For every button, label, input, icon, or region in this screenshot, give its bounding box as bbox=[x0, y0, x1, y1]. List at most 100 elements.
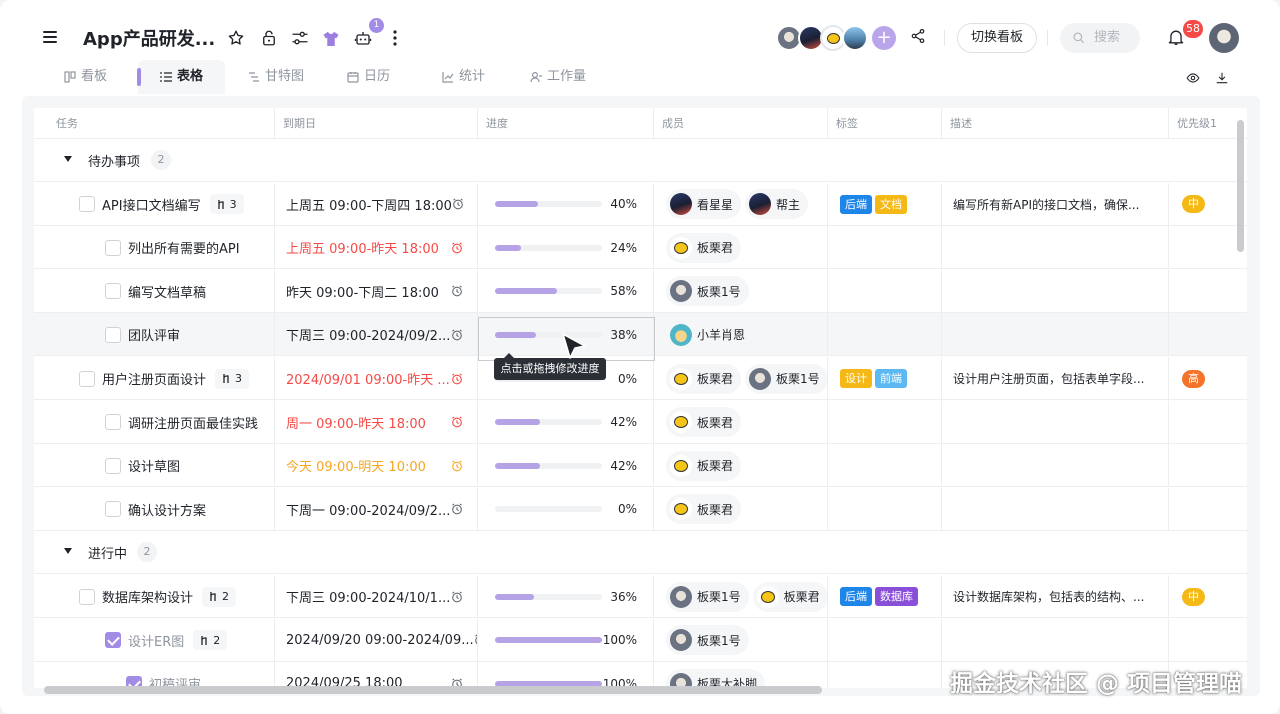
tag-badge[interactable]: 前端 bbox=[875, 369, 907, 388]
description-cell[interactable] bbox=[942, 226, 1169, 270]
member-chip[interactable]: 板栗1号 bbox=[666, 581, 749, 612]
task-checkbox[interactable] bbox=[105, 632, 121, 649]
lock-icon[interactable] bbox=[258, 27, 280, 49]
priority-cell[interactable]: 高 bbox=[1169, 357, 1247, 400]
description-cell[interactable] bbox=[942, 444, 1169, 488]
priority-cell[interactable] bbox=[1169, 270, 1247, 313]
collapse-caret-icon[interactable] bbox=[64, 548, 72, 555]
task-name[interactable]: API接口文档编写 bbox=[102, 195, 201, 214]
progress-cell[interactable]: 40% bbox=[478, 182, 654, 226]
priority-badge[interactable]: 中 bbox=[1182, 195, 1205, 214]
table-row[interactable]: 设计ER图 2 2024/09/20 09:00-2024/09... 100% 板栗1… bbox=[34, 618, 1247, 662]
switch-board-button[interactable]: 切换看板 bbox=[957, 23, 1037, 53]
description-cell[interactable] bbox=[942, 487, 1169, 531]
priority-cell[interactable]: 中 bbox=[1169, 183, 1247, 226]
alarm-clock-icon[interactable] bbox=[451, 503, 463, 515]
tag-badge[interactable]: 数据库 bbox=[875, 587, 918, 606]
share-icon[interactable] bbox=[910, 28, 930, 48]
member-chip[interactable]: 板栗君 bbox=[666, 232, 742, 263]
progress-bar[interactable] bbox=[495, 244, 602, 251]
progress-cell[interactable]: 42% bbox=[478, 444, 654, 488]
member-chip[interactable]: 板栗君 bbox=[666, 363, 742, 394]
subtask-count[interactable]: 2 bbox=[202, 586, 237, 607]
members-cell[interactable]: 板栗1号 板栗君 bbox=[654, 575, 828, 618]
table-row[interactable]: 编写文档草稿 昨天 09:00-下周二 18:00 58% 板栗1号 bbox=[34, 269, 1247, 313]
members-cell[interactable]: 看星星 帮主 bbox=[654, 182, 828, 226]
filter-sliders-icon[interactable] bbox=[289, 27, 311, 49]
task-name[interactable]: 编写文档草稿 bbox=[128, 282, 206, 301]
task-name[interactable]: 确认设计方案 bbox=[128, 500, 206, 519]
member-chip[interactable]: 板栗君 bbox=[666, 450, 742, 481]
members-cell[interactable]: 小羊肖恩 bbox=[654, 313, 828, 357]
progress-bar[interactable] bbox=[495, 201, 602, 208]
member-chip[interactable]: 板栗君 bbox=[666, 407, 742, 438]
priority-cell[interactable] bbox=[1169, 401, 1247, 444]
search-input[interactable]: 搜索 bbox=[1060, 23, 1140, 53]
column-header-progress[interactable]: 进度 bbox=[478, 108, 654, 139]
task-name[interactable]: 列出所有需要的API bbox=[128, 238, 240, 257]
tab-board[interactable]: 看板 bbox=[64, 60, 107, 94]
progress-bar[interactable] bbox=[495, 593, 602, 600]
tab-gantt[interactable]: 甘特图 bbox=[248, 60, 304, 94]
alarm-clock-icon[interactable] bbox=[451, 416, 463, 428]
task-checkbox[interactable] bbox=[79, 196, 95, 213]
group-header-row[interactable]: 进行中 2 bbox=[34, 531, 1247, 575]
tags-cell[interactable] bbox=[828, 400, 942, 444]
tag-badge[interactable]: 文档 bbox=[875, 194, 907, 214]
alarm-clock-icon[interactable] bbox=[451, 591, 463, 603]
theme-shirt-icon[interactable] bbox=[320, 27, 342, 49]
task-cell[interactable]: 用户注册页面设计 3 bbox=[34, 357, 275, 400]
more-vertical-icon[interactable] bbox=[384, 27, 406, 49]
alarm-clock-icon[interactable] bbox=[452, 198, 464, 210]
priority-cell[interactable]: 中 bbox=[1169, 575, 1247, 618]
column-header-members[interactable]: 成员 bbox=[654, 108, 828, 139]
description-cell[interactable] bbox=[942, 400, 1169, 444]
robot-icon[interactable]: 1 bbox=[352, 18, 384, 49]
members-cell[interactable]: 板栗1号 bbox=[654, 618, 828, 662]
task-cell[interactable]: 确认设计方案 bbox=[34, 487, 275, 531]
horizontal-scrollbar[interactable] bbox=[44, 686, 822, 694]
progress-cell[interactable]: 24% bbox=[478, 226, 654, 270]
tag-badge[interactable]: 设计 bbox=[840, 369, 872, 388]
due-date-cell[interactable]: 下周三 09:00-2024/09/2... bbox=[275, 313, 478, 357]
task-checkbox[interactable] bbox=[105, 414, 121, 431]
tags-cell[interactable] bbox=[828, 444, 942, 488]
description-cell[interactable] bbox=[942, 618, 1169, 662]
table-row[interactable]: 团队评审 下周三 09:00-2024/09/2... 38% 小羊肖恩 bbox=[34, 313, 1247, 357]
task-checkbox[interactable] bbox=[105, 283, 121, 300]
progress-cell[interactable]: 42% bbox=[478, 400, 654, 444]
members-cell[interactable]: 板栗君 bbox=[654, 226, 828, 270]
due-date-cell[interactable]: 今天 09:00-明天 10:00 bbox=[275, 444, 478, 488]
members-cell[interactable]: 板栗大补脚 bbox=[654, 662, 828, 688]
project-title[interactable]: App产品研发... bbox=[83, 25, 215, 51]
task-name[interactable]: 团队评审 bbox=[128, 325, 180, 344]
priority-badge[interactable]: 中 bbox=[1182, 587, 1205, 606]
tags-cell[interactable] bbox=[828, 269, 942, 313]
task-cell[interactable]: 团队评审 bbox=[34, 313, 275, 357]
subtask-count[interactable]: 2 bbox=[193, 630, 228, 651]
task-cell[interactable]: 编写文档草稿 bbox=[34, 269, 275, 313]
download-icon[interactable] bbox=[1215, 70, 1231, 86]
tab-calendar[interactable]: 日历 bbox=[347, 60, 390, 94]
priority-cell[interactable] bbox=[1169, 444, 1247, 487]
progress-cell[interactable]: 100% bbox=[478, 618, 654, 662]
task-name[interactable]: 设计ER图 bbox=[128, 631, 184, 650]
tab-workload[interactable]: 工作量 bbox=[530, 60, 586, 94]
member-chip[interactable]: 小羊肖恩 bbox=[666, 319, 754, 350]
task-cell[interactable]: 初稿评审 bbox=[34, 662, 275, 688]
due-date-cell[interactable]: 昨天 09:00-下周二 18:00 bbox=[275, 269, 478, 313]
hamburger-menu-icon[interactable] bbox=[40, 28, 60, 48]
subtask-count[interactable]: 3 bbox=[209, 194, 244, 215]
group-header-row[interactable]: 待办事项 2 bbox=[34, 139, 1247, 182]
task-checkbox[interactable] bbox=[105, 326, 121, 343]
task-cell[interactable]: 数据库架构设计 2 bbox=[34, 575, 275, 618]
user-avatar[interactable] bbox=[1209, 23, 1239, 53]
member-chip[interactable]: 板栗君 bbox=[752, 581, 827, 612]
table-row[interactable]: 设计草图 今天 09:00-明天 10:00 42% 板栗君 bbox=[34, 444, 1247, 488]
members-cell[interactable]: 板栗君 bbox=[654, 487, 828, 531]
member-chip[interactable]: 板栗1号 bbox=[666, 276, 749, 307]
members-cell[interactable]: 板栗君 bbox=[654, 444, 828, 488]
tags-cell[interactable]: 后端 数据库 bbox=[828, 575, 942, 618]
progress-cell[interactable]: 100% bbox=[478, 662, 654, 688]
column-header-due[interactable]: 到期日 bbox=[275, 108, 478, 139]
